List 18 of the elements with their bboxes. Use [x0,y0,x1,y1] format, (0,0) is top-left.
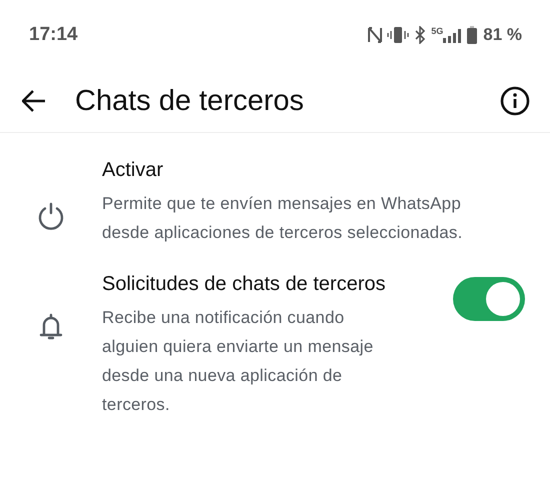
signal-icon [443,26,464,44]
setting-description: Permite que te envíen mensajes en WhatsApp desde aplicaciones de terceros seleccionadas. [102,193,464,244]
network-type-label: 5G [431,26,444,36]
setting-title: Solicitudes de chats de terceros [102,272,386,297]
info-icon[interactable] [500,86,530,116]
power-icon [36,202,66,232]
vibrate-icon [387,26,410,44]
back-arrow-icon[interactable] [22,90,46,112]
battery-icon [467,26,478,44]
bluetooth-icon [413,26,428,44]
page-title: Chats de terceros [75,84,305,118]
nfc-icon [367,26,384,44]
battery-percentage: 81 % [483,25,522,45]
setting-title: Activar [102,158,164,183]
toggle-switch[interactable] [453,277,525,321]
bell-icon [39,313,63,341]
clock-time: 17:14 [29,24,78,46]
setting-description: Recibe una notificación cuando alguien quiera enviarte un mensaje desde una nueva aplicación de terceros. [102,307,374,416]
